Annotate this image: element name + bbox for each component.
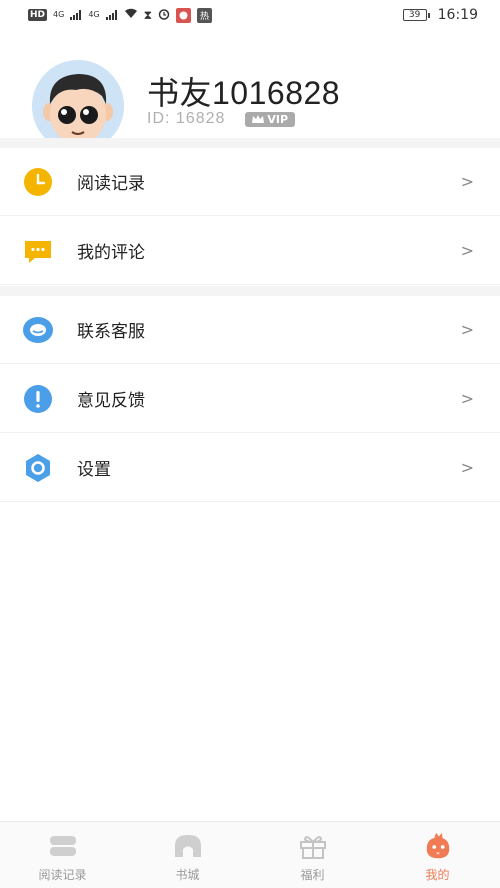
chevron-right-icon: > — [460, 458, 474, 477]
menu-item-feedback[interactable]: 意见反馈 > — [0, 365, 500, 433]
hourglass-icon: ⧗ — [143, 7, 153, 22]
tab-welfare[interactable]: 福利 — [250, 822, 375, 888]
status-bar: HD 4G 4G ⧗ 热 39 16:19 — [0, 0, 500, 30]
user-id-row: ID: 16828 VIP — [147, 110, 296, 128]
tab-reading-history[interactable]: 阅读记录 — [0, 822, 125, 888]
chevron-right-icon: > — [460, 172, 474, 191]
menu-item-settings[interactable]: 设置 > — [0, 434, 500, 502]
network-4g-label-1: 4G — [53, 10, 65, 19]
clock-time: 16:19 — [437, 7, 478, 23]
service-icon — [22, 314, 54, 346]
menu-label-my-comments: 我的评论 — [77, 243, 145, 263]
alarm-icon — [158, 8, 170, 23]
vip-label: VIP — [267, 112, 289, 126]
section-divider-2 — [0, 286, 500, 296]
chevron-right-icon: > — [460, 241, 474, 260]
tab-bookstore[interactable]: 书城 — [125, 822, 250, 888]
signal-icon-2 — [105, 10, 118, 20]
feedback-icon — [22, 383, 54, 415]
menu-label-customer-service: 联系客服 — [77, 322, 145, 342]
tab-label-reading-history: 阅读记录 — [38, 868, 87, 882]
menu-item-reading-history[interactable]: 阅读记录 > — [0, 148, 500, 216]
battery-tip — [427, 12, 430, 18]
books-icon — [48, 832, 78, 860]
vip-badge: VIP — [245, 111, 296, 127]
profile-mascot-icon — [423, 832, 453, 860]
chevron-right-icon: > — [460, 320, 474, 339]
tab-label-welfare: 福利 — [300, 868, 325, 882]
profile-header[interactable]: 书友1016828 ID: 16828 VIP — [0, 48, 500, 152]
hot-badge: 热 — [197, 7, 213, 23]
wifi-icon — [124, 8, 138, 22]
user-id: ID: 16828 — [147, 110, 226, 127]
menu-item-my-comments[interactable]: 我的评论 > — [0, 217, 500, 285]
tab-mine[interactable]: 我的 — [375, 822, 500, 888]
network-4g-label-2: 4G — [88, 10, 100, 19]
status-bar-right: 39 16:19 — [402, 7, 478, 23]
settings-icon — [22, 452, 54, 484]
hd-badge: HD — [28, 9, 48, 21]
tab-label-bookstore: 书城 — [175, 868, 200, 882]
chevron-right-icon: > — [460, 389, 474, 408]
battery-level: 39 — [402, 9, 427, 21]
app-notification-icon — [176, 7, 192, 23]
bookstore-icon — [173, 832, 203, 860]
section-divider-1 — [0, 138, 500, 148]
signal-icon — [70, 10, 82, 20]
comment-icon — [22, 235, 54, 267]
menu-label-settings: 设置 — [77, 460, 111, 480]
menu-item-customer-service[interactable]: 联系客服 > — [0, 296, 500, 364]
crown-icon — [252, 114, 265, 123]
tab-label-mine: 我的 — [425, 868, 450, 882]
menu-label-feedback: 意见反馈 — [77, 391, 145, 411]
menu-label-reading-history: 阅读记录 — [77, 174, 145, 194]
username: 书友1016828 — [147, 75, 341, 111]
bottom-tab-bar: 阅读记录 书城 福利 我的 — [0, 821, 500, 888]
clock-icon — [22, 166, 54, 198]
status-bar-left: HD 4G 4G ⧗ 热 — [28, 7, 213, 23]
gift-icon — [298, 832, 328, 860]
battery-icon: 39 — [402, 9, 430, 21]
